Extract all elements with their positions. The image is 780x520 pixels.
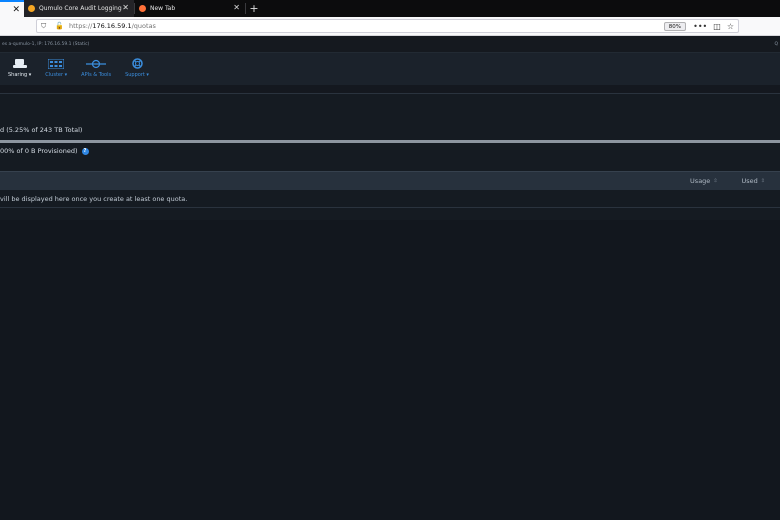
sort-icon: ⇳ [713, 178, 718, 184]
tab-label: New Tab [150, 5, 176, 12]
close-tab-icon[interactable]: ✕ [122, 2, 129, 14]
api-plug-icon [86, 59, 107, 69]
url-text[interactable]: https://176.16.59.1/quotas [69, 22, 156, 30]
capacity-bar [0, 140, 780, 143]
quotas-empty-message-row: vill be displayed here once you create a… [0, 190, 780, 208]
tracking-shield-icon[interactable]: ⛉ [41, 22, 51, 31]
provisioned-summary-row: 00% of 0 B Provisioned) ? [0, 147, 89, 155]
qumulo-favicon-icon [28, 5, 35, 12]
cluster-status-strip: es a-qumulo-1, IP: 176.16.59.1 (Static) … [0, 37, 780, 53]
url-field[interactable]: ⛉ 🔓 https://176.16.59.1/quotas 80% ••• ◫… [36, 19, 739, 33]
column-header-usage[interactable]: Usage ⇳ [690, 177, 717, 185]
cluster-icon [48, 59, 65, 69]
nav-cluster-label: Cluster ▾ [45, 72, 68, 78]
browser-tab-strip: ✕ Qumulo Core Audit Logging - ✕ New Tab … [0, 0, 780, 17]
nav-apis-tools[interactable]: APIs & Tools [81, 59, 111, 78]
info-icon[interactable]: ? [81, 147, 89, 155]
sort-icon: ⇳ [760, 178, 765, 184]
tab-label: Qumulo Core Audit Logging - [39, 5, 126, 12]
page-actions-icon[interactable]: ••• [693, 20, 707, 33]
user-menu-truncated[interactable]: Q [774, 42, 778, 47]
nav-support[interactable]: Support ▾ [125, 58, 149, 78]
nav-apis-tools-label: APIs & Tools [81, 72, 112, 78]
page-empty-area [0, 220, 780, 520]
browser-nav-bar: ⛉ 🔓 https://176.16.59.1/quotas 80% ••• ◫… [0, 17, 780, 36]
nav-sharing[interactable]: Sharing ▾ [8, 59, 31, 78]
tab-qumulo-audit-logging[interactable]: Qumulo Core Audit Logging - ✕ [24, 0, 134, 17]
support-lifebuoy-icon [131, 58, 143, 69]
firefox-favicon-icon [139, 5, 146, 12]
quotas-page: d (5.25% of 243 TB Total) 00% of 0 B Pro… [0, 93, 780, 520]
header-spacer [0, 85, 780, 93]
nav-support-label: Support ▾ [125, 72, 149, 78]
close-tab-icon[interactable]: ✕ [233, 2, 240, 14]
new-tab-button[interactable]: + [246, 0, 262, 17]
quotas-table-header: Usage ⇳ Used ⇳ [0, 171, 780, 190]
zoom-level-badge[interactable]: 80% [663, 22, 686, 31]
url-actions: ••• ◫ ☆ [693, 20, 734, 33]
quotas-empty-message: vill be displayed here once you create a… [0, 194, 188, 203]
column-header-used[interactable]: Used ⇳ [742, 177, 765, 185]
app-navigation: Sharing ▾ Cluster ▾ APIs & Tools Support… [0, 53, 780, 85]
tab-new-tab[interactable]: New Tab ✕ [135, 0, 245, 17]
bookmark-star-icon[interactable]: ☆ [727, 20, 734, 33]
pocket-icon[interactable]: ◫ [713, 20, 721, 33]
sharing-icon [12, 59, 27, 68]
nav-sharing-label: Sharing ▾ [8, 72, 32, 78]
close-tab-icon[interactable]: ✕ [12, 4, 20, 16]
capacity-used-summary: d (5.25% of 243 TB Total) [0, 126, 83, 134]
cluster-status-text: es a-qumulo-1, IP: 176.16.59.1 (Static) [2, 42, 90, 47]
column-header-label: Usage [690, 177, 711, 185]
nav-cluster[interactable]: Cluster ▾ [45, 59, 67, 78]
provisioned-summary: 00% of 0 B Provisioned) [0, 147, 78, 155]
column-header-label: Used [741, 177, 758, 185]
site-info-lock-icon[interactable]: 🔓 [55, 22, 65, 30]
tab-active[interactable]: ✕ [0, 0, 24, 17]
